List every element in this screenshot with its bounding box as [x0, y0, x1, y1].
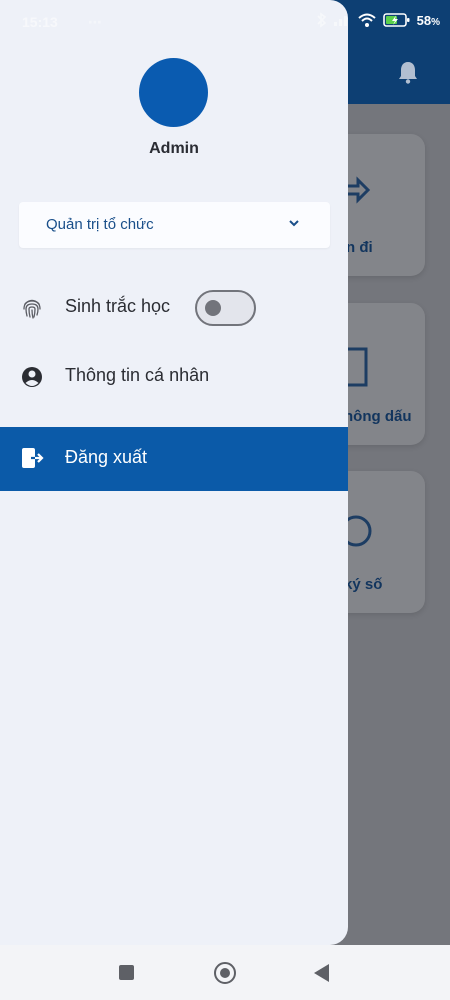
account-circle-icon	[22, 367, 42, 387]
menu-item-profile[interactable]: Thông tin cá nhân	[0, 345, 348, 409]
home-button[interactable]	[214, 962, 236, 984]
status-bar: 15:13 ⋯ 58%	[0, 0, 450, 44]
avatar[interactable]	[139, 58, 208, 127]
menu-label-logout: Đăng xuất	[65, 447, 148, 467]
navigation-drawer: Admin Quản trị tổ chức Sinh trắc học Thô…	[0, 0, 348, 945]
signal-icon	[333, 16, 347, 26]
notification-icons: ⋯	[88, 14, 102, 30]
menu-label-profile: Thông tin cá nhân	[65, 365, 210, 385]
card-label: hông dấu	[344, 408, 412, 425]
menu-item-biometrics[interactable]: Sinh trắc học	[0, 276, 348, 340]
organization-select-value: Quản trị tổ chức	[46, 216, 154, 233]
card-label: ký số	[344, 576, 383, 593]
chevron-down-icon	[289, 220, 299, 227]
recent-apps-button[interactable]	[119, 965, 134, 980]
bluetooth-icon	[317, 12, 326, 28]
card-label: n đi	[346, 239, 373, 256]
menu-label-biometrics: Sinh trắc học	[65, 296, 171, 316]
toggle-knob	[205, 300, 221, 316]
status-time: 15:13	[22, 14, 58, 30]
status-icons: 58%	[317, 12, 440, 28]
wifi-icon	[357, 13, 376, 27]
logout-icon	[22, 448, 44, 468]
back-button[interactable]	[314, 964, 329, 982]
organization-select[interactable]: Quản trị tổ chức	[19, 202, 330, 248]
menu-item-logout[interactable]: Đăng xuất	[0, 427, 348, 491]
battery-percent: 58%	[416, 12, 440, 28]
system-nav-bar	[0, 945, 450, 1000]
fingerprint-icon	[23, 299, 41, 319]
biometrics-toggle[interactable]	[195, 290, 256, 326]
user-name: Admin	[149, 140, 199, 157]
bell-icon[interactable]	[397, 60, 419, 84]
battery-icon	[382, 13, 410, 27]
